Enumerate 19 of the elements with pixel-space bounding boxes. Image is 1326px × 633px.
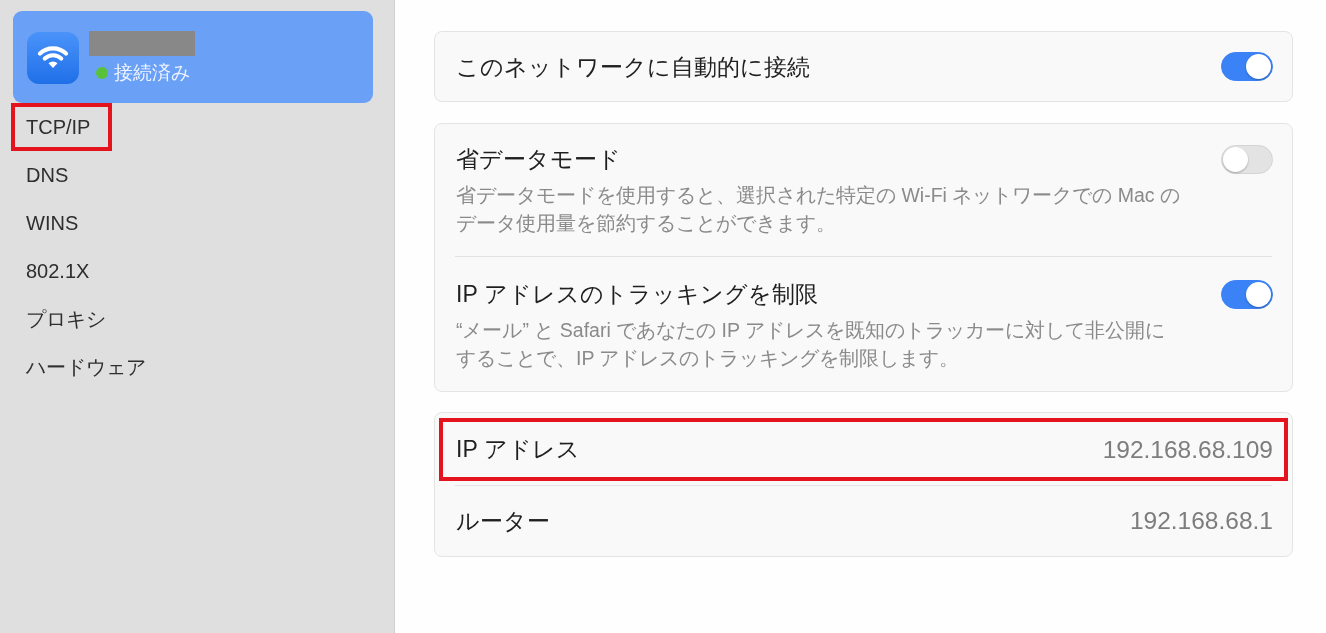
sidebar-item[interactable]: DNS: [11, 151, 91, 199]
setting-title: IP アドレスのトラッキングを制限: [456, 281, 819, 307]
sidebar-item[interactable]: TCP/IP: [11, 103, 113, 151]
setting-label: このネットワークに自動的に接続: [456, 53, 810, 80]
sidebar-item[interactable]: プロキシ: [11, 295, 128, 343]
wifi-icon: [27, 31, 79, 84]
connection-status: 接続済み: [114, 62, 190, 84]
sidebar-item[interactable]: ハードウェア: [11, 343, 168, 391]
sidebar-item[interactable]: 802.1X: [11, 247, 112, 295]
setting-description: “メール” と Safari であなたの IP アドレスを既知のトラッカーに対して非公開にすることで、IP アドレスのトラッキングを制限します。: [456, 318, 1167, 371]
toggle-switch[interactable]: [1221, 51, 1273, 81]
info-value: 192.168.68.109: [1102, 435, 1273, 464]
sidebar-item[interactable]: WINS: [11, 199, 101, 247]
info-label: ルーター: [456, 506, 550, 536]
info-value: 192.168.68.1: [1129, 507, 1273, 535]
setting-title: 省データモード: [456, 146, 622, 172]
toggle-switch[interactable]: [1221, 280, 1273, 309]
setting-description: 省データモードを使用すると、選択された特定の Wi-Fi ネットワークでの Mac のデータ使用量を節約することができます。: [456, 183, 1180, 236]
info-label: IP アドレス: [456, 435, 580, 464]
